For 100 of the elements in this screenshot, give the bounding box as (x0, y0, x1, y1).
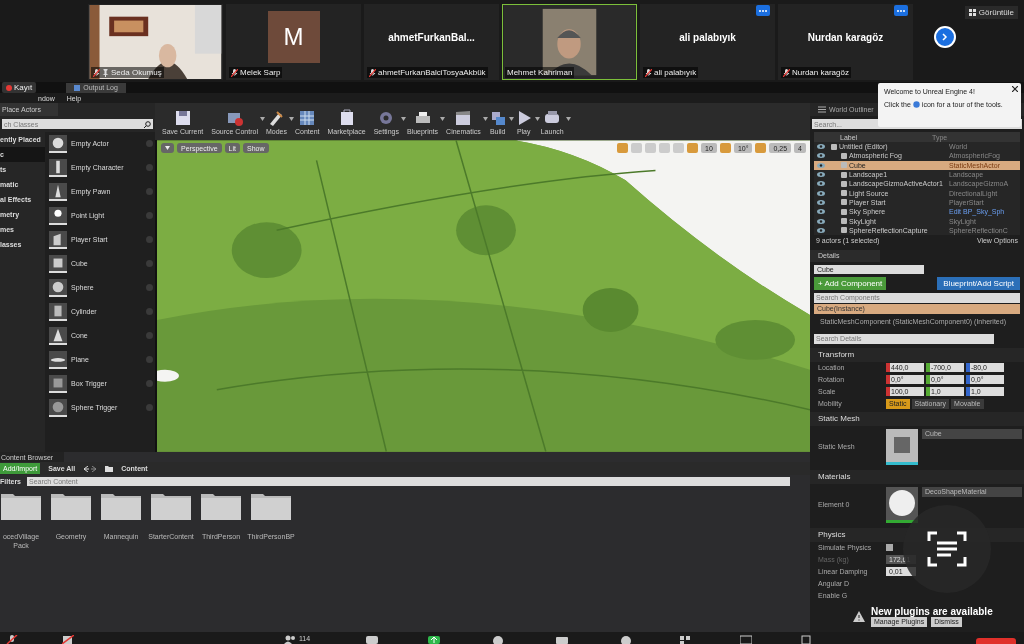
radio-icon (146, 332, 153, 339)
radio-icon (146, 260, 153, 267)
close-icon[interactable] (1012, 86, 1018, 92)
view-button[interactable]: Görüntüle (964, 6, 1018, 19)
eye-icon[interactable] (817, 153, 825, 159)
eye-icon[interactable] (817, 144, 825, 150)
shape-icon (49, 206, 67, 225)
shape-icon (49, 302, 67, 321)
tutorial-icon (912, 101, 920, 108)
eye-icon[interactable] (817, 172, 825, 178)
eye-icon[interactable] (817, 209, 825, 215)
blueprint-button[interactable]: Blueprint/Add Script (937, 276, 1020, 290)
search-icon (144, 120, 151, 128)
snap-toggle-icon[interactable] (687, 143, 699, 153)
eye-icon[interactable] (817, 218, 825, 224)
eye-icon[interactable] (817, 227, 825, 233)
checkbox[interactable] (886, 544, 893, 552)
participant-label: Mehmet Kahriman (507, 68, 573, 77)
eye-icon[interactable] (817, 162, 825, 168)
radio-icon (146, 164, 153, 171)
list-icon (818, 106, 826, 113)
record-icon[interactable] (492, 635, 505, 644)
participant-label: ali palabıyık (654, 68, 697, 77)
shape-icon (49, 134, 67, 153)
folder-icon[interactable] (151, 492, 191, 520)
more-button[interactable] (756, 5, 770, 16)
shape-icon (49, 278, 67, 297)
eye-icon[interactable] (817, 181, 825, 187)
shape-icon (49, 230, 67, 249)
folder-icon[interactable] (1, 492, 41, 520)
participant-tile[interactable]: ahmetFurkanBal... ahmetFurkanBalciTosyaAkbük (364, 4, 499, 80)
muted-mic-icon[interactable] (6, 635, 18, 644)
chevron-right-icon (941, 33, 949, 41)
folder-icon[interactable] (251, 492, 291, 520)
caret-icon (165, 146, 170, 150)
radio-icon (146, 380, 153, 387)
folder-icon[interactable] (51, 492, 91, 520)
radio-icon (146, 212, 153, 219)
next-page-button[interactable] (934, 26, 956, 48)
add-component-button[interactable]: + Add Component (814, 276, 887, 290)
section-header[interactable]: Static Mesh (810, 411, 1024, 426)
avatar-initial: M (267, 11, 320, 63)
participant-name: ahmetFurkanBal... (388, 31, 475, 43)
participant-label: Nurdan karagöz (792, 68, 849, 77)
participant-tile[interactable]: Seda Okumuş (88, 4, 223, 80)
folder-icon[interactable] (101, 492, 141, 520)
notes-icon[interactable] (800, 635, 813, 644)
grid-icon (968, 9, 976, 16)
log-icon (74, 84, 81, 91)
participant-name: Nurdan karagöz (807, 31, 884, 43)
captions-icon[interactable] (556, 635, 569, 644)
floppy-icon (173, 108, 192, 127)
radio-icon (146, 188, 153, 195)
back-forward-icon[interactable] (83, 465, 98, 472)
recording-badge: Kayıt (2, 82, 37, 93)
snap-toggle-icon[interactable] (719, 143, 731, 153)
shape-icon (49, 398, 67, 417)
video-off-icon[interactable] (62, 635, 74, 644)
clapper-icon (454, 108, 473, 127)
apps-icon[interactable] (680, 635, 693, 644)
participant-tile[interactable]: ali palabıyık ali palabıyık (640, 4, 775, 80)
participant-label: ahmetFurkanBalciTosyaAkbük (378, 68, 486, 77)
radio-icon (146, 236, 153, 243)
participant-label: Seda Okumuş (111, 68, 162, 77)
shape-icon (49, 158, 67, 177)
more-button[interactable] (894, 5, 908, 16)
people-icon[interactable] (284, 635, 296, 644)
shape-icon (49, 326, 67, 345)
radio-icon (146, 308, 153, 315)
eye-icon[interactable] (817, 199, 825, 205)
snap-toggle-icon[interactable] (755, 143, 767, 153)
radio-icon (146, 140, 153, 147)
folder-icon (105, 465, 114, 472)
participant-tile[interactable]: Mehmet Kahriman (502, 4, 637, 80)
section-header[interactable]: Materials (810, 469, 1024, 484)
notification-text: New plugins are available (871, 605, 993, 617)
radio-icon (146, 284, 153, 291)
participant-name: ali palabıyık (679, 31, 736, 43)
asset-thumbnail (886, 428, 918, 465)
section-header[interactable]: Transform (810, 347, 1024, 362)
participant-tile[interactable]: Nurdan karagöz Nurdan karagöz (778, 4, 913, 80)
reactions-icon[interactable] (620, 635, 633, 644)
participant-tile[interactable]: M Melek Sarp (226, 4, 361, 80)
whiteboard-icon[interactable] (740, 635, 753, 644)
folder-icon[interactable] (201, 492, 241, 520)
warning-icon (853, 610, 865, 622)
asset-thumbnail (886, 486, 918, 523)
radio-icon (146, 404, 153, 411)
shape-icon (49, 182, 67, 201)
radio-icon (146, 356, 153, 363)
eye-icon[interactable] (817, 190, 825, 196)
shape-icon (49, 374, 67, 393)
shape-icon (49, 350, 67, 369)
scan-text-icon (927, 531, 967, 567)
share-screen-icon[interactable] (428, 635, 441, 644)
viewport-menu-button[interactable] (161, 143, 174, 153)
shape-icon (49, 254, 67, 273)
chat-icon[interactable] (366, 635, 379, 644)
participant-label: Melek Sarp (240, 68, 281, 77)
grid-icon (298, 108, 317, 127)
